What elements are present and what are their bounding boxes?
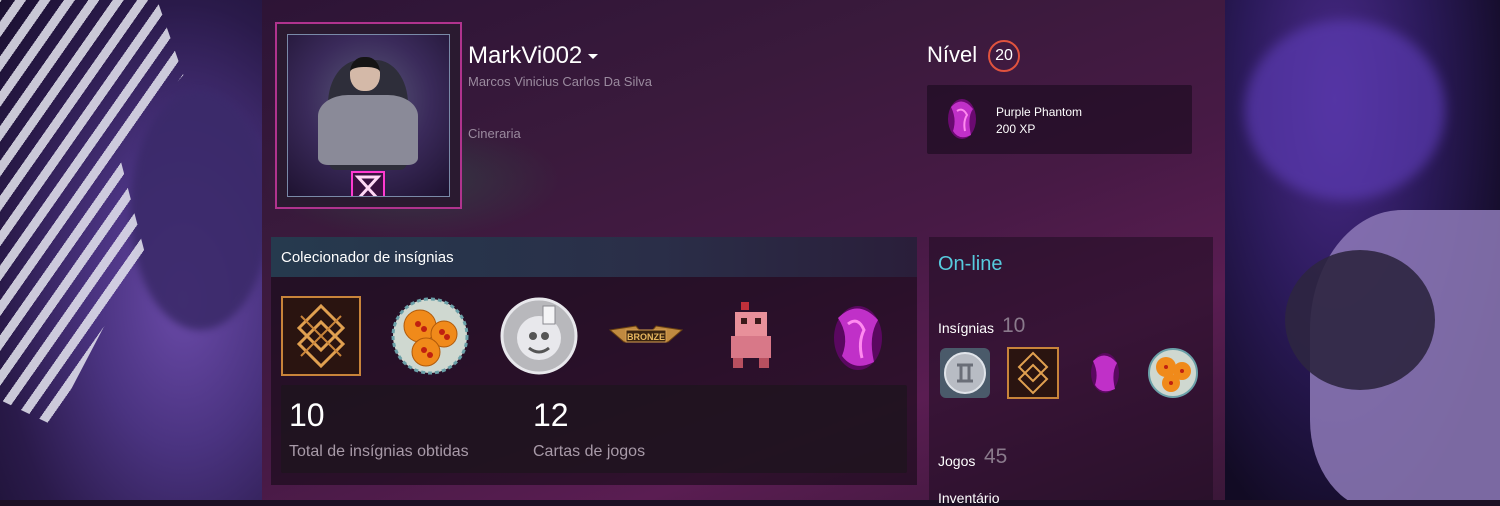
game-cards-count[interactable]: 12 [533,397,569,434]
avatar[interactable] [275,22,462,209]
games-count[interactable]: 45 [984,445,1007,469]
badge-stats: 10 Total de insígnias obtidas 12 Cartas … [281,385,907,473]
games-link[interactable]: Jogos [938,453,975,469]
purple-phantom-badge-icon[interactable] [818,296,898,376]
background-right-art [1225,0,1500,500]
username-text: MarkVi002 [468,42,583,69]
dragon-balls-badge-icon[interactable] [390,296,470,376]
badges-earned-label[interactable]: Total de insígnias obtidas [289,443,469,461]
inventory-link[interactable]: Inventário [938,490,999,506]
hourglass-icon [351,171,385,196]
profile-sidebar: On-line Insígnias 10 Jogos 45 Inventário [929,237,1213,506]
dragon-balls-badge-icon[interactable] [1147,347,1199,399]
badge-collector-panel: Colecionador de insígnias BRONZE 10 Tota… [271,237,917,485]
bronze-badge-text: BRONZE [627,332,665,342]
golden-rune-badge-icon[interactable] [281,296,361,376]
pixel-creature-badge-icon[interactable] [711,296,791,376]
favorite-badge[interactable]: Purple Phantom 200 XP [927,85,1192,154]
background-left-art [0,0,262,500]
username[interactable]: MarkVi002 [468,42,599,70]
badge-collector-title[interactable]: Colecionador de insígnias [271,237,917,277]
bronze-wings-badge-icon[interactable]: BRONZE [606,296,686,376]
online-status: On-line [938,253,1003,275]
level-label: Nível [927,42,978,67]
level-badge[interactable]: 20 [988,40,1020,72]
favorite-badge-name: Purple Phantom [996,105,1083,119]
profile-main: MarkVi002 Marcos Vinicius Carlos Da Silv… [262,0,1225,506]
purple-phantom-badge-icon[interactable] [1079,347,1131,399]
game-cards-label[interactable]: Cartas de jogos [533,443,645,461]
badges-count[interactable]: 10 [1002,314,1025,338]
badge-showcase: BRONZE [271,292,917,377]
location: Cineraria [468,126,521,141]
favorite-badge-xp: 200 XP [996,122,1036,136]
silver-cuphead-badge-icon[interactable] [499,296,579,376]
golden-rune-badge-icon[interactable] [1007,347,1059,399]
badges-link[interactable]: Insígnias [938,320,994,336]
real-name: Marcos Vinicius Carlos Da Silva [468,74,652,89]
avatar-image [287,34,450,197]
chevron-down-icon[interactable] [588,54,599,60]
badges-earned-count[interactable]: 10 [289,397,325,434]
silver-coin-badge-icon[interactable] [939,347,991,399]
purple-phantom-icon [948,99,976,139]
